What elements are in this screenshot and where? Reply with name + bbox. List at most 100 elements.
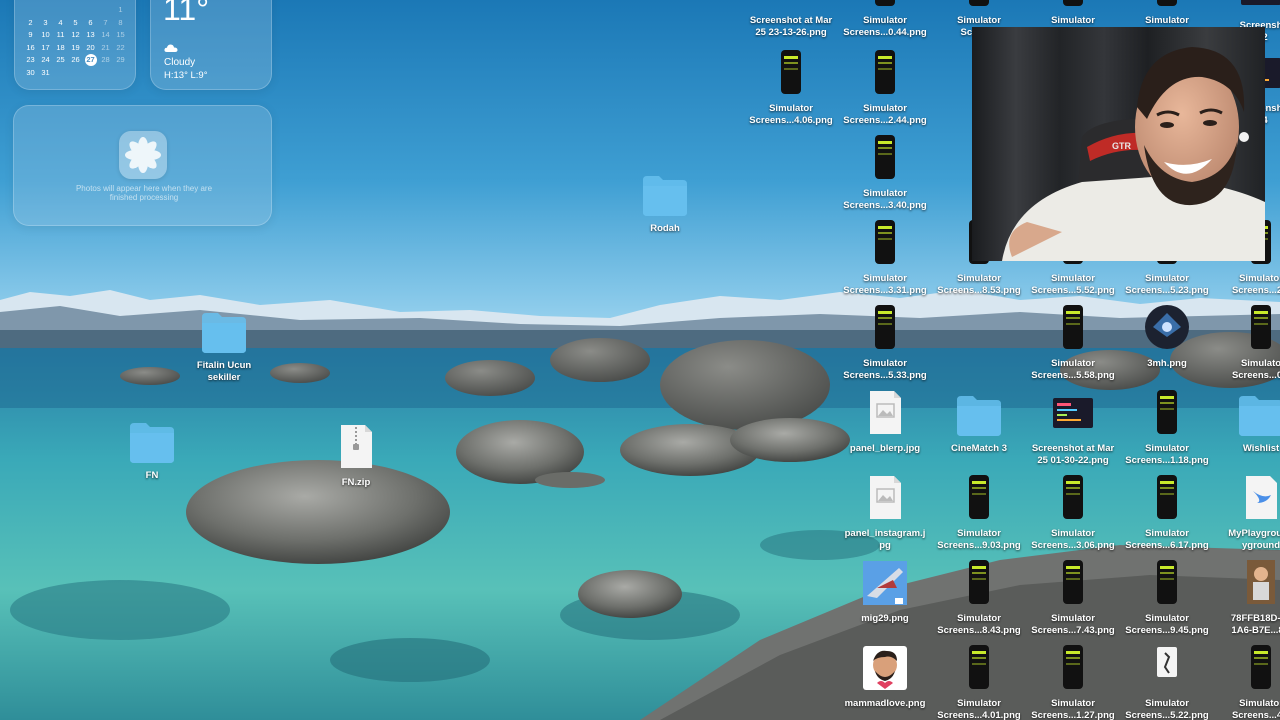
calendar-blank [38, 4, 53, 17]
label-line-2: 1A6-B7E...8A [1231, 625, 1280, 636]
image-file-icon [743, 0, 839, 10]
calendar-day: 6 [88, 17, 93, 27]
desktop-icon-label: Simulator Screens...2.44.png [833, 103, 937, 127]
image-file-icon [1025, 388, 1121, 438]
calendar-day: 18 [56, 42, 65, 52]
label-line-2: Screens...8.43.png [937, 625, 1021, 636]
label-line-2: Screens...1.27.png [1031, 710, 1115, 720]
label-line-2: Screens...4.3 [1231, 710, 1280, 720]
image-file-icon [1213, 0, 1280, 15]
phone-screenshot-icon [1119, 0, 1215, 10]
label-line-2: Screens...3.31.png [843, 285, 927, 296]
desktop-icon-label: 3mh.png [1115, 358, 1219, 370]
label-line-2: Screens...3.06.png [1031, 540, 1115, 551]
label-line-1: 3mh.png [1147, 358, 1187, 369]
phone-screenshot-icon [837, 218, 933, 268]
desktop-icon-label: FN [100, 470, 204, 482]
calendar-day: 26 [71, 55, 80, 65]
calendar-day: 5 [73, 17, 78, 27]
label-line-2: Screens...5.58.png [1031, 370, 1115, 381]
desktop-icon-label: Screenshot at Mar 25 01-30-22.png [1021, 443, 1125, 467]
calendar-day: 29 [116, 55, 125, 65]
photos-widget[interactable]: Photos will appear here when they are fi… [13, 105, 272, 226]
calendar-day: 25 [56, 55, 65, 65]
desktop-icon-label: Simulator Screens...5.58.png [1021, 358, 1125, 382]
label-line-2: Screens...6.17.png [1125, 540, 1209, 551]
label-line-1: Simulator [1239, 273, 1280, 284]
label-line-1: MyPlayground [1228, 528, 1280, 539]
calendar-day: 10 [41, 30, 50, 40]
phone-screenshot-icon [837, 303, 933, 353]
calendar-day: 7 [103, 17, 108, 27]
label-line-2: Screens...5.52.png [1031, 285, 1115, 296]
desktop-icon-label: Simulator Screens...5.52.png [1021, 273, 1125, 297]
webcam-person-image: GTR [972, 27, 1265, 261]
desktop-icon-label: Simulator Screens...8.43.png [927, 613, 1031, 637]
desktop-icon-label: Rodah [613, 223, 717, 235]
photos-message-line-2: finished processing [109, 193, 179, 202]
label-line-2: Screens...2.44.png [843, 115, 927, 126]
label-line-1: mammadlove.png [844, 698, 926, 709]
weather-temperature: 11° [163, 0, 210, 27]
desktop-icon-label: Simulator Screens...3.06.png [1021, 528, 1125, 552]
desktop-icon-label: Simulator Screens...5.22.png [1115, 698, 1219, 720]
calendar-day: 12 [71, 30, 80, 40]
calendar-blank [83, 4, 98, 17]
desktop-icon-label: Simulator Screens...9.03.png [927, 528, 1031, 552]
image-file-icon [837, 643, 933, 693]
label-line-1: panel_blerp.jpg [849, 443, 921, 454]
desktop-icon-label: Simulator Screens...4.01.png [927, 698, 1031, 720]
calendar-day: 9 [28, 30, 33, 40]
label-line-2: Screens...4.06.png [749, 115, 833, 126]
label-line-1: FN [145, 470, 159, 481]
weather-widget[interactable]: 11° Cloudy H:13° L:9° [150, 0, 272, 90]
calendar-day: 4 [58, 17, 63, 27]
desktop-icon-label: Simulator Screens...1.18.png [1115, 443, 1219, 467]
label-line-1: Wishlist [1242, 443, 1280, 454]
desktop-icon-label: Wishlist [1209, 443, 1280, 455]
desktop-icon-label: Simulator Screens...9.45.png [1115, 613, 1219, 637]
calendar-day: 8 [118, 17, 123, 27]
desktop-icon-label: 78FFB18D-451A6-B7E...8A [1209, 613, 1280, 637]
desktop-icon-label: MyPlaygroundyground [1209, 528, 1280, 552]
desktop-icon-label: Simulator Screens...4.06.png [739, 103, 843, 127]
desktop-icon-label: Simulator Screens...3.40.png [833, 188, 937, 212]
label-line-1: panel_instagram.j [844, 528, 926, 539]
calendar-widget[interactable]: 1 2 3 4 5 6 7 8 9 10 11 12 13 14 15 16 17 18 19 20 21 22 23 24 2… [14, 0, 136, 90]
desktop-icon-label: mig29.png [833, 613, 937, 625]
label-line-1: Screenshot at Mar [749, 15, 833, 26]
desktop-icon-label: Simulator Screens...8.53.png [927, 273, 1031, 297]
phone-screenshot-icon [837, 48, 933, 98]
calendar-day: 20 [86, 42, 95, 52]
label-line-1: Simulator [769, 103, 813, 114]
phone-screenshot-icon [1213, 303, 1280, 353]
desktop-icon-label: Simulator Screens...6.17.png [1115, 528, 1219, 552]
photos-icon [119, 131, 167, 179]
calendar-day: 19 [71, 42, 80, 52]
label-line-1: Simulator [863, 273, 907, 284]
phone-screenshot-icon [1119, 643, 1215, 693]
label-line-2: 25 23-13-26.png [755, 27, 827, 38]
calendar-day: 21 [101, 42, 110, 52]
label-line-1: Simulator [1051, 613, 1095, 624]
label-line-2: Screens...4.01.png [937, 710, 1021, 720]
calendar-day: 16 [26, 42, 35, 52]
calendar-day: 31 [41, 67, 50, 77]
label-line-1: Simulator [957, 273, 1001, 284]
calendar-day: 11 [56, 30, 65, 40]
label-line-2: Screens...0.44.png [843, 27, 927, 38]
label-line-1: Simulator [1145, 528, 1189, 539]
label-line-2: Screens...5.22.png [1125, 710, 1209, 720]
calendar-day: 23 [26, 55, 35, 65]
phone-screenshot-icon [1025, 473, 1121, 523]
label-line-1: Simulator [863, 358, 907, 369]
calendar-day: 17 [41, 42, 50, 52]
desktop-icon-label: panel_instagram.j pg [833, 528, 937, 552]
label-line-2: Screens...7.43.png [1031, 625, 1115, 636]
desktop-icon-label: Simulator [1021, 15, 1125, 27]
desktop-icon-label: FN.zip [304, 477, 408, 489]
calendar-blank [98, 4, 113, 17]
desktop-icon-label: Simulator Screens...5.33.png [833, 358, 937, 382]
label-line-2: Screens...8.53.png [937, 285, 1021, 296]
image-file-icon [837, 558, 933, 608]
